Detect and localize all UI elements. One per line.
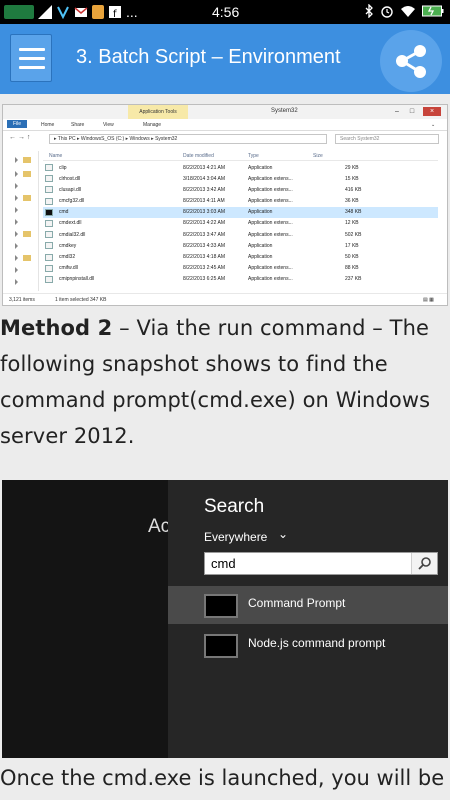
view-toggle-icons: ▤ ▦ [423,297,434,303]
file-row: clrhost.dll 3/18/2014 3:04 AM Application … [43,173,438,184]
file-row: cmcfg32.dll 8/22/2013 4:11 AM Application … [43,196,438,207]
explorer-status-bar: 3,121 items 1 item selected 347 KB ▤ ▦ [3,293,447,305]
svg-text:f: f [113,9,117,19]
ribbon-tab-share: Share [71,122,85,128]
method-heading: Method 2 [0,316,113,340]
signal-icon [38,5,52,19]
file-icon [45,175,53,183]
page-title: 3. Batch Script – Environment [76,46,341,68]
selection-info: 1 item selected 347 KB [55,297,107,303]
ribbon-expand-icon: ⌄ [431,122,436,128]
file-icon [45,186,53,194]
minimize-icon: – [395,108,399,115]
file-row: cmipnpinstall.dll 8/22/2013 6:25 AM Applic… [43,274,438,285]
explorer-column-header: Name Date modified Type Size [43,151,438,161]
close-icon: × [423,107,441,116]
explorer-titlebar: Application Tools System32 – □ × [3,105,447,119]
chevron-down-icon: ⌄ [278,527,289,541]
explorer-screenshot: Application Tools System32 – □ × File Ho… [2,104,448,306]
status-left-icons: f ... [4,4,138,20]
explorer-ribbon: File Home Share View Manage ⌄ [3,119,447,131]
notification-icon [92,5,104,19]
column-type: Type [248,153,259,159]
file-row: cmdkey 8/22/2013 4:33 AM Application 17 KB [43,240,438,251]
battery-icon [422,5,444,17]
search-button [411,553,437,574]
file-icon [45,164,53,171]
column-size: Size [313,153,323,159]
nodejs-cmd-icon [204,634,238,658]
article-content[interactable]: Application Tools System32 – □ × File Ho… [0,94,450,800]
method-paragraph: Method 2 – Via the run command – The fol… [0,310,450,454]
back-forward-icons: ← → ↑ [9,134,31,141]
app-bar: 3. Batch Script – Environment [0,24,450,94]
alarm-icon [381,6,393,18]
cmd-icon [45,208,53,216]
explorer-window-title: System32 [271,108,298,114]
share-icon [396,45,426,78]
ribbon-tab-manage: Manage [143,122,162,128]
search-result-label: Command Prompt [248,596,346,610]
ribbon-tab-file: File [7,120,28,128]
nav-tree-icons [15,157,31,285]
file-icon [45,253,53,261]
search-query: cmd [211,556,236,571]
explorer-file-list: clip 8/22/2013 4:21 AM Application 29 KB cl… [43,162,438,285]
file-icon [45,275,53,283]
wifi-icon [401,6,415,17]
file-icon [45,242,53,250]
start-screen-area [2,480,168,758]
search-result-item: Node.js command prompt [168,626,448,664]
file-icon [45,219,53,227]
status-bar: f ... 4:56 [0,0,450,24]
hamburger-icon [19,48,45,51]
item-count: 3,121 items [9,297,35,303]
file-row: cmdext.dll 8/22/2013 4:22 AM Application e… [43,218,438,229]
closing-paragraph: Once the cmd.exe is launched, you will b… [0,766,445,790]
explorer-address-bar: ▸ This PC ▸ WindowsS_OS (C:) ▸ Windows ▸… [49,134,327,144]
column-name: Name [49,153,63,159]
file-row: clip 8/22/2013 4:21 AM Application 29 KB [43,162,438,173]
file-icon [45,231,53,239]
search-charm-panel: Search Everywhere ⌄ cmd Command Prompt N… [168,480,448,758]
column-date: Date modified [183,153,214,159]
more-icon: ... [126,4,138,20]
maximize-icon: □ [409,108,415,115]
file-icon [45,264,53,272]
cmd-icon [204,594,238,618]
explorer-address-row: ← → ↑ ▸ This PC ▸ WindowsS_OS (C:) ▸ Win… [3,132,447,146]
share-button[interactable] [380,30,442,92]
file-row: cmifw.dll 8/22/2013 2:45 AM Application ex… [43,263,438,274]
ribbon-tab-view: View [103,122,114,128]
facebook-icon: f [109,6,121,19]
ribbon-tab-home: Home [41,122,55,128]
network-icon [57,6,69,19]
search-screenshot: Ac Search Everywhere ⌄ cmd Command Promp… [2,480,448,758]
explorer-nav-tree [3,151,39,291]
bluetooth-icon [365,4,373,18]
status-right-icons [364,4,444,18]
search-icon [418,557,431,570]
status-time: 4:56 [212,4,240,20]
apps-heading-fragment: Ac [148,516,171,537]
file-row: clusapi.dll 8/22/2013 3:42 AM Application … [43,184,438,195]
search-result-item: Command Prompt [168,586,448,624]
file-row: cmdial32.dll 8/22/2013 3:47 AM Application… [43,229,438,240]
search-panel-title: Search [204,496,265,517]
file-icon [45,197,53,205]
menu-button[interactable] [10,34,52,82]
explorer-search-box: Search System32 [335,134,439,144]
app-tools-label: Application Tools [128,105,188,119]
search-scope: Everywhere [204,530,268,544]
operator-logo-icon [4,5,34,19]
search-input: cmd [204,552,438,575]
gmail-icon [74,7,88,17]
file-row: cmdl32 8/22/2013 4:18 AM Application 50 KB [43,252,438,263]
file-row-selected: cmd 8/22/2013 3:03 AM Application 348 KB [43,206,438,218]
search-result-label: Node.js command prompt [248,636,386,650]
